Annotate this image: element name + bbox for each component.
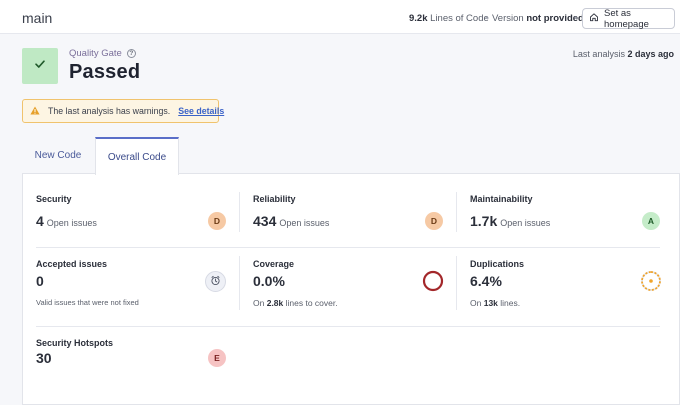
coverage-title: Coverage [253,259,295,269]
security-count: 4 [36,213,44,229]
row-divider [36,247,660,248]
duplications-lines-value[interactable]: 13k [484,298,498,308]
accepted-issues-note: Valid issues that were not fixed [36,298,139,307]
duplications-title: Duplications [470,259,525,269]
last-analysis-label: Last analysis [572,49,625,59]
column-divider [239,256,240,310]
set-homepage-button[interactable]: Set as homepage [582,7,675,30]
metrics-panel [22,173,680,405]
lines-of-code: 9.2k Lines of Code [409,13,489,24]
maintainability-rating-badge[interactable]: A [642,212,660,230]
column-divider [239,192,240,232]
lines-of-code-value: 9.2k [409,13,428,24]
coverage-subtext: On 2.8k lines to cover. [253,298,338,308]
last-analysis: Last analysis 2 days ago [573,49,674,59]
column-divider [456,192,457,232]
security-hotspots-title: Security Hotspots [36,338,114,348]
coverage-sub-prefix: On [253,298,265,308]
maintainability-value[interactable]: 1.7k Open issues [470,213,550,229]
coverage-sub-suffix: lines to cover. [285,298,338,308]
quality-gate-label-text: Quality Gate [69,48,122,59]
reliability-rating-badge[interactable]: D [425,212,443,230]
reliability-count: 434 [253,213,277,229]
security-hotspots-value[interactable]: 30 [36,350,52,366]
warning-icon [30,106,40,117]
reliability-unit: Open issues [279,218,330,228]
row-divider [36,326,660,327]
security-unit: Open issues [46,218,97,228]
reliability-value[interactable]: 434 Open issues [253,213,329,229]
tab-overall-code[interactable]: Overall Code [95,137,179,175]
security-value[interactable]: 4 Open issues [36,213,97,229]
coverage-value[interactable]: 0.0% [253,273,285,289]
info-icon[interactable]: ? [126,49,136,58]
accepted-issues-value[interactable]: 0 [36,273,44,289]
lines-of-code-label: Lines of Code [430,13,489,24]
branch-name[interactable]: main [22,10,52,26]
security-hotspots-rating-badge[interactable]: E [208,349,226,367]
duplications-value[interactable]: 6.4% [470,273,502,289]
accepted-issues-title: Accepted issues [36,259,108,269]
version-label: Version [492,13,524,24]
duplications-ring-icon [640,270,662,297]
analysis-warning-banner: The last analysis has warnings. See deta… [22,99,224,123]
maintainability-unit: Open issues [500,218,551,228]
duplications-sub-suffix: lines. [500,298,521,308]
coverage-ring-icon [422,270,444,297]
shield-check-icon [210,275,221,288]
last-analysis-value: 2 days ago [627,49,674,59]
column-divider [456,256,457,310]
see-details-link[interactable]: See details [178,106,224,116]
duplications-subtext: On 13k lines. [470,298,520,308]
accepted-issues-icon [205,271,226,292]
coverage-lines-value[interactable]: 2.8k [267,298,284,308]
set-homepage-label: Set as homepage [604,7,649,30]
quality-gate-label: Quality Gate ? [69,48,136,59]
security-title: Security [36,194,72,204]
maintainability-count: 1.7k [470,213,498,229]
reliability-title: Reliability [253,194,296,204]
tab-new-code[interactable]: New Code [22,137,94,174]
check-icon [33,57,47,76]
duplications-sub-prefix: On [470,298,482,308]
separator-dot: • [485,13,489,23]
security-rating-badge[interactable]: D [208,212,226,230]
quality-gate-status: Passed [69,61,141,83]
quality-gate-status-box [22,48,58,84]
warning-text: The last analysis has warnings. [48,106,171,116]
version-info: Version not provided [492,13,584,24]
separator-dot: • [574,13,578,23]
home-icon [589,12,599,25]
maintainability-title: Maintainability [470,194,533,204]
